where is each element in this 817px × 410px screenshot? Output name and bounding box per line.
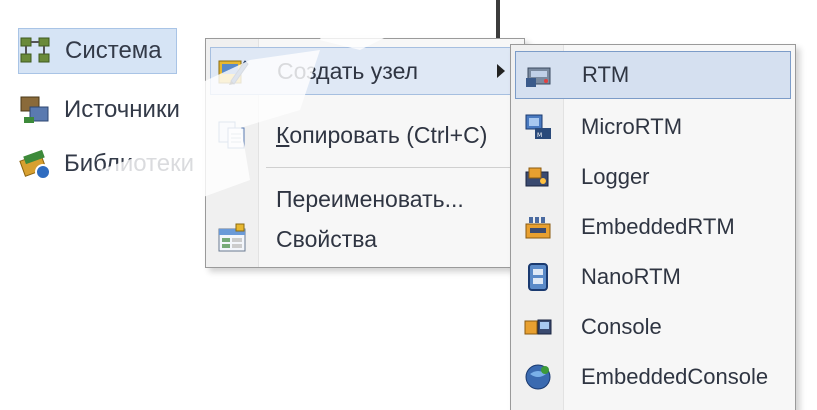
submenu-item-nanortm[interactable]: NanoRTM — [515, 253, 791, 301]
tree-item-sources[interactable]: Источники — [18, 88, 180, 132]
submenu-item-embeddedrtm[interactable]: EmbeddedRTM — [515, 203, 791, 251]
submenu-item-logger[interactable]: Logger — [515, 153, 791, 201]
tree-item-label: Источники — [64, 96, 180, 123]
sources-icon — [20, 96, 49, 123]
menu-item-label: Переименовать... — [276, 185, 464, 212]
submenu-arrow-icon — [497, 64, 505, 78]
menu-item-label: Копировать (Ctrl+C) — [276, 122, 487, 149]
embeddedconsole-icon — [525, 364, 551, 390]
submenu-item-label: EmbeddedConsole — [581, 364, 769, 389]
embeddedrtm-icon — [525, 217, 551, 239]
tree-item-label: Библиотеки — [64, 150, 195, 177]
library-icon — [19, 149, 51, 180]
nanortm-icon — [528, 263, 548, 291]
submenu-item-console[interactable]: Console — [515, 303, 791, 351]
menu-item-label-rest: опировать (Ctrl+C) — [289, 121, 488, 148]
menu-item-label: Создать узел — [277, 57, 419, 84]
properties-icon — [218, 223, 246, 252]
create-node-icon — [218, 60, 249, 85]
menu-item-copy[interactable]: Копировать (Ctrl+C) — [210, 111, 520, 159]
console-icon — [524, 319, 552, 335]
submenu-item-rtm[interactable]: RTM — [515, 51, 791, 99]
network-icon — [20, 37, 50, 63]
context-menu: Создать узел Копировать (Ctrl+C) Переиме… — [205, 38, 525, 268]
copy-icon — [218, 121, 245, 149]
logger-icon — [525, 167, 549, 187]
submenu-item-label: Logger — [581, 164, 650, 189]
submenu-item-label: EmbeddedRTM — [581, 214, 735, 239]
rtm-icon — [526, 67, 551, 87]
submenu-item-label: RTM — [582, 62, 630, 87]
menu-item-create-node[interactable]: Создать узел — [210, 47, 520, 95]
tree-item-system[interactable]: Система — [18, 28, 177, 74]
tree-item-libraries[interactable]: Библиотеки — [18, 142, 194, 186]
menu-separator — [266, 167, 514, 168]
screen: Система Источники Библиотеки Создать узе… — [0, 0, 817, 410]
submenu-item-label: NanoRTM — [581, 264, 681, 289]
submenu-item-embeddedconsole[interactable]: EmbeddedConsole — [515, 353, 791, 401]
micrortm-icon: M — [525, 114, 551, 139]
submenu-item-label: Console — [581, 314, 662, 339]
submenu-item-micrortm[interactable]: M MicroRTM — [515, 103, 791, 151]
svg-text:M: M — [537, 132, 542, 139]
submenu-item-label: MicroRTM — [581, 114, 683, 139]
menu-item-properties[interactable]: Свойства — [210, 215, 520, 263]
menu-item-accelerator: К — [276, 121, 290, 148]
create-node-submenu: RTM M MicroRTM Logger EmbeddedRTM NanoRT… — [510, 44, 796, 410]
menu-item-label: Свойства — [276, 225, 377, 252]
tree-item-label: Система — [65, 37, 162, 64]
